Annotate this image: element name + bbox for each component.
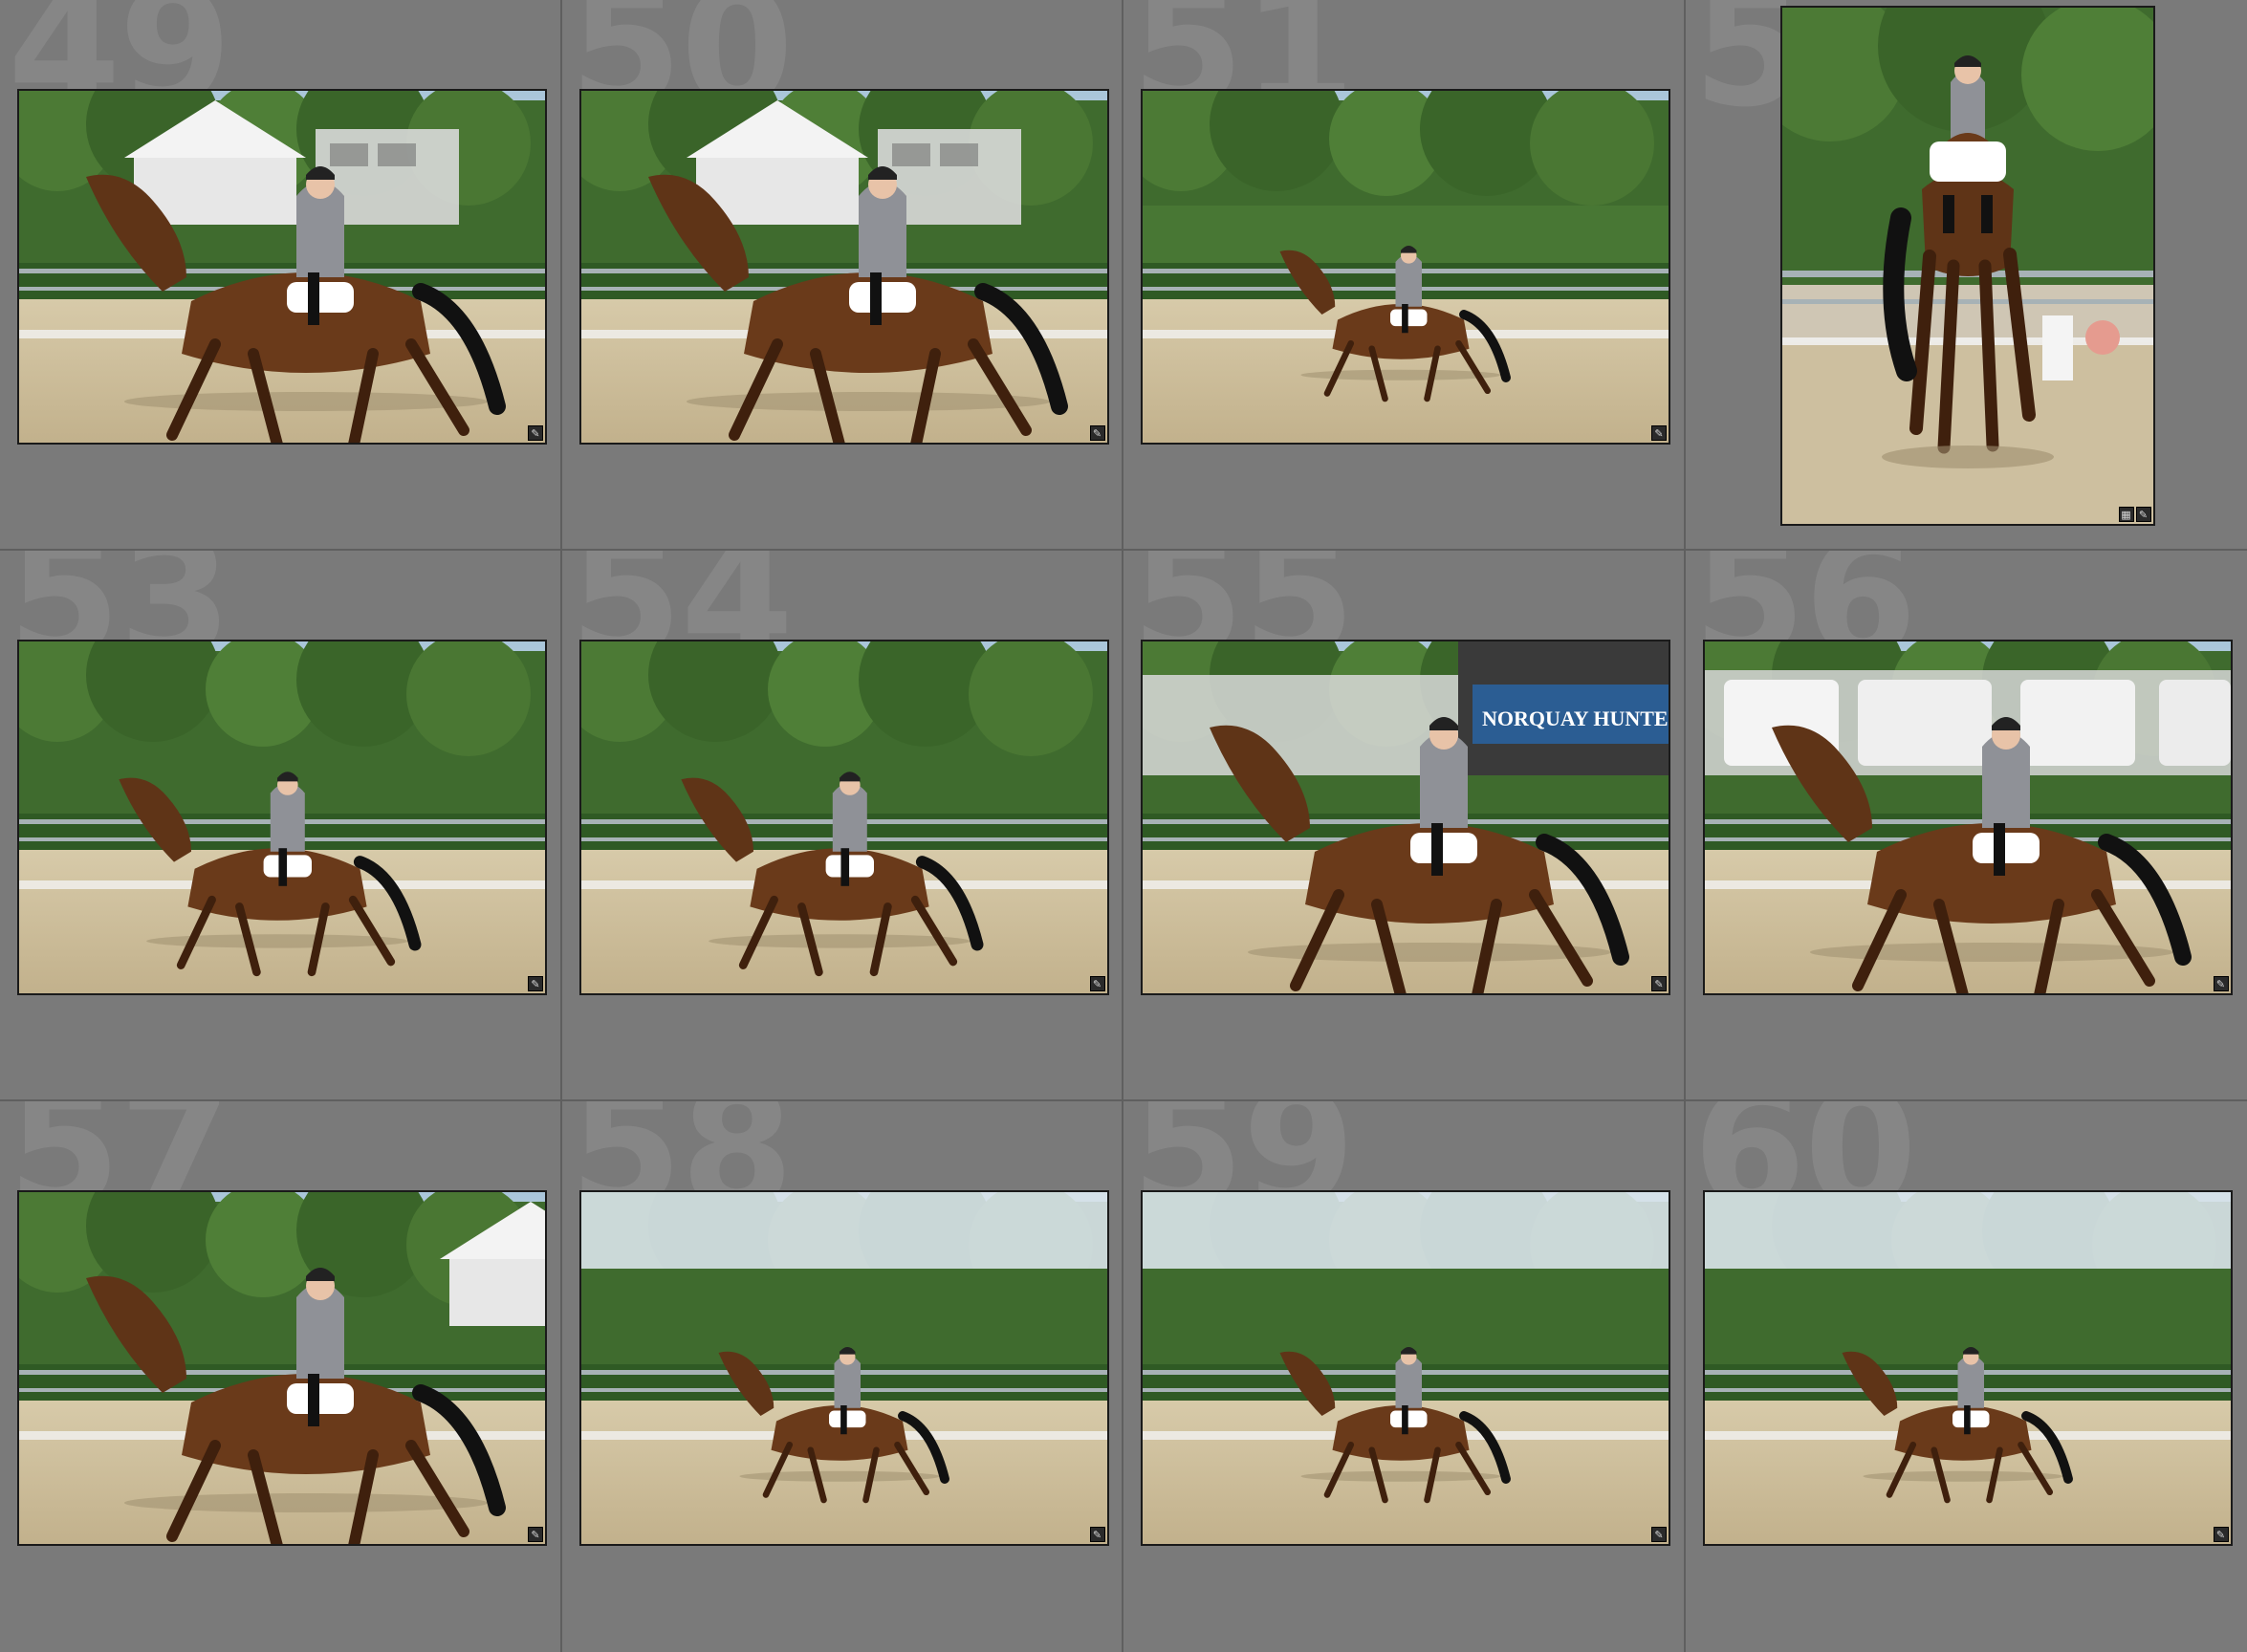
badge-glyph: ✎ bbox=[2215, 977, 2226, 990]
grid-cell[interactable]: 56 ✎ bbox=[1685, 551, 2247, 1101]
grid-cell[interactable]: 54 ✎ bbox=[561, 551, 1124, 1101]
photo-thumbnail[interactable]: R ✎ bbox=[578, 1190, 1109, 1546]
photo-thumbnail[interactable]: ✎ bbox=[1141, 89, 1670, 445]
edit-icon[interactable]: ✎ bbox=[528, 1527, 543, 1542]
badge-glyph: ✎ bbox=[1092, 1528, 1102, 1541]
grid-cell[interactable]: 55 NORQUAY HUNTER ✎ bbox=[1124, 551, 1686, 1101]
grid-cell[interactable]: 51 ✎ bbox=[1124, 0, 1686, 551]
badge-glyph: ✎ bbox=[1654, 977, 1664, 990]
grid-cell[interactable]: 53 ✎ bbox=[0, 551, 562, 1101]
photo-thumbnail[interactable]: ✎ bbox=[17, 1190, 547, 1546]
badge-glyph: ✎ bbox=[1654, 426, 1664, 440]
edit-icon[interactable]: ✎ bbox=[2135, 507, 2151, 522]
edit-icon[interactable]: ✎ bbox=[2213, 976, 2229, 991]
photo-thumbnail[interactable]: ✎ bbox=[17, 89, 547, 445]
photo-grid: 49 ✎ 50 ✎ 51 ✎ 5 ▦ ✎ 53 ✎ 54 ✎ 55 NORQUA… bbox=[0, 0, 2247, 1652]
badge-glyph: ✎ bbox=[2138, 508, 2149, 521]
grid-cell[interactable]: 60 R bbox=[1685, 1101, 2247, 1652]
badge-glyph: ✎ bbox=[1654, 1528, 1664, 1541]
edit-icon[interactable]: ✎ bbox=[528, 425, 543, 441]
grid-cell[interactable]: 59 R bbox=[1124, 1101, 1686, 1652]
photo-thumbnail[interactable]: ▦ ✎ bbox=[1779, 6, 2155, 526]
badge-glyph: ✎ bbox=[1092, 426, 1102, 440]
edit-icon[interactable]: ✎ bbox=[2213, 1527, 2229, 1542]
stack-icon[interactable]: ▦ bbox=[2118, 507, 2134, 522]
edit-icon[interactable]: ✎ bbox=[1651, 425, 1667, 441]
photo-thumbnail[interactable]: ✎ bbox=[578, 640, 1109, 995]
badge-glyph: ✎ bbox=[531, 977, 540, 990]
grid-cell[interactable]: 58 R bbox=[561, 1101, 1124, 1652]
badge-glyph: ▦ bbox=[2121, 508, 2131, 521]
photo-thumbnail[interactable]: ✎ bbox=[17, 640, 547, 995]
photo-thumbnail[interactable]: R ✎ bbox=[1141, 1190, 1670, 1546]
grid-cell[interactable]: 5 ▦ ✎ bbox=[1685, 0, 2247, 551]
edit-icon[interactable]: ✎ bbox=[1651, 1527, 1667, 1542]
photo-thumbnail[interactable]: ✎ bbox=[578, 89, 1109, 445]
edit-icon[interactable]: ✎ bbox=[528, 976, 543, 991]
photo-thumbnail[interactable]: ✎ bbox=[1702, 640, 2233, 995]
badge-glyph: ✎ bbox=[2215, 1528, 2226, 1541]
edit-icon[interactable]: ✎ bbox=[1089, 976, 1105, 991]
banner-text: NORQUAY HUNTER bbox=[1482, 706, 1669, 730]
grid-cell[interactable]: 49 ✎ bbox=[0, 0, 562, 551]
badge-group: ▦ ✎ bbox=[2118, 507, 2151, 522]
edit-icon[interactable]: ✎ bbox=[1089, 425, 1105, 441]
grid-cell[interactable]: 57 ✎ bbox=[0, 1101, 562, 1652]
badge-glyph: ✎ bbox=[531, 426, 540, 440]
photo-thumbnail[interactable]: NORQUAY HUNTER ✎ bbox=[1141, 640, 1670, 995]
grid-cell[interactable]: 50 ✎ bbox=[561, 0, 1124, 551]
photo-thumbnail[interactable]: R ✎ bbox=[1702, 1190, 2233, 1546]
edit-icon[interactable]: ✎ bbox=[1089, 1527, 1105, 1542]
edit-icon[interactable]: ✎ bbox=[1651, 976, 1667, 991]
badge-glyph: ✎ bbox=[531, 1528, 540, 1541]
badge-glyph: ✎ bbox=[1092, 977, 1102, 990]
